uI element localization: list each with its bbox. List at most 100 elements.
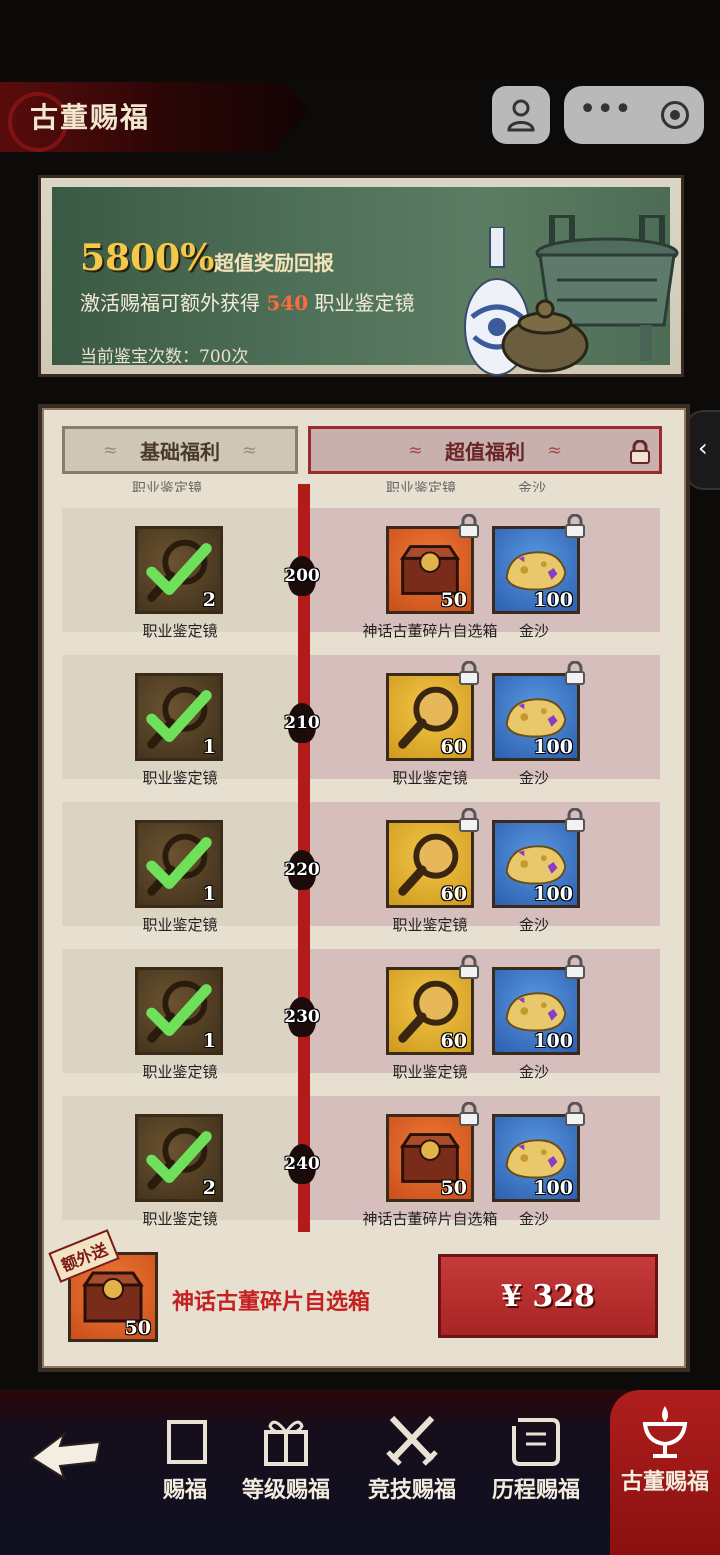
cloud-decoration-icon: ≈ <box>102 439 118 461</box>
super-reward-name: 金沙 <box>518 769 549 787</box>
item-quantity: 2 <box>202 1177 216 1199</box>
super-reward-item[interactable]: 60 <box>386 967 474 1055</box>
super-reward-row <box>310 949 660 1073</box>
cloud-decoration-icon: ≈ <box>547 439 563 461</box>
nav-label: 赐福 <box>162 1477 207 1503</box>
super-reward-item[interactable]: 100 <box>492 1114 580 1202</box>
miniprogram-capsule: ••• <box>564 86 704 144</box>
item-quantity: 60 <box>440 1030 467 1052</box>
nav-label: 竞技赐福 <box>367 1477 456 1503</box>
activation-prefix: 激活赐福可额外获得 <box>80 291 260 315</box>
super-reward-item[interactable]: 50 <box>386 526 474 614</box>
item-quantity: 50 <box>124 1317 151 1339</box>
lock-icon <box>564 660 586 685</box>
activation-text: 激活赐福可额外获得 540 职业鉴定镜 <box>80 287 414 316</box>
super-reward-item[interactable]: 100 <box>492 820 580 908</box>
super-reward-name: 金沙 <box>518 622 549 640</box>
nav-label: 历程赐福 <box>491 1477 580 1503</box>
level-marker: 220 <box>284 860 320 880</box>
banner-scene: 5800% 超值奖励回报 激活赐福可额外获得 540 职业鉴定镜 当前鉴宝次数：… <box>52 187 679 376</box>
super-reward-row <box>310 655 660 779</box>
blessing-icon <box>167 1420 207 1464</box>
item-quantity: 100 <box>533 736 573 758</box>
super-reward-item[interactable]: 60 <box>386 820 474 908</box>
close-target-icon[interactable] <box>661 101 690 129</box>
nav-item-journey-blessing[interactable]: 历程赐福 <box>486 1412 586 1512</box>
super-reward-item[interactable]: 60 <box>386 673 474 761</box>
cutoff-label: 职业鉴定镜 <box>386 481 456 492</box>
tab-super-label: 超值福利 <box>445 439 525 464</box>
more-icon[interactable]: ••• <box>579 95 632 125</box>
bonus-name: 神话古董碎片自选箱 <box>172 1289 371 1315</box>
super-reward-row <box>310 508 660 632</box>
lock-icon <box>564 954 586 979</box>
basic-reward-name: 职业鉴定镜 <box>142 622 218 640</box>
item-quantity: 2 <box>202 589 216 611</box>
super-reward-item[interactable]: 100 <box>492 526 580 614</box>
activation-amount: 540 <box>266 291 309 315</box>
back-arrow-icon[interactable] <box>30 1432 102 1480</box>
reward-caption: 超值奖励回报 <box>214 251 334 275</box>
scroll-icon <box>512 1418 560 1466</box>
super-reward-item[interactable]: 50 <box>386 1114 474 1202</box>
purchase-button[interactable]: ¥ 328 <box>438 1254 658 1338</box>
nav-item-level-blessing[interactable]: 等级赐福 <box>236 1412 336 1512</box>
chalice-icon <box>642 1406 688 1458</box>
lock-icon <box>458 1101 480 1126</box>
nav-item-blessing[interactable]: 赐福 <box>150 1412 220 1512</box>
super-reward-item[interactable]: 100 <box>492 673 580 761</box>
basic-reward-name: 职业鉴定镜 <box>142 769 218 787</box>
basic-reward-name: 职业鉴定镜 <box>142 1210 218 1228</box>
super-reward-name: 金沙 <box>518 1210 549 1228</box>
lock-icon <box>564 807 586 832</box>
item-quantity: 1 <box>202 883 216 905</box>
item-quantity: 50 <box>440 1177 467 1199</box>
level-marker: 230 <box>284 1007 320 1027</box>
lock-icon <box>564 513 586 538</box>
item-quantity: 100 <box>533 883 573 905</box>
super-reward-row <box>310 1096 660 1220</box>
gift-icon <box>264 1420 308 1466</box>
lock-icon <box>564 1101 586 1126</box>
lock-icon <box>458 954 480 979</box>
item-quantity: 1 <box>202 1030 216 1052</box>
lock-icon <box>458 513 480 538</box>
basic-reward-name: 职业鉴定镜 <box>142 1063 218 1081</box>
nav-item-arena-blessing[interactable]: 竞技赐福 <box>362 1412 462 1512</box>
super-reward-name: 金沙 <box>518 1063 549 1081</box>
lock-icon <box>458 660 480 685</box>
bronze-censer-icon <box>501 299 589 373</box>
level-marker: 210 <box>284 713 320 733</box>
lock-icon <box>458 807 480 832</box>
basic-reward-item[interactable]: 1 <box>135 967 223 1055</box>
cloud-decoration-icon: ≈ <box>242 439 258 461</box>
chevron-left-icon: ‹ <box>698 434 708 462</box>
super-reward-row <box>310 802 660 926</box>
lock-icon <box>630 440 650 464</box>
nav-label: 等级赐福 <box>241 1477 330 1503</box>
crossed-swords-icon <box>386 1415 438 1466</box>
basic-reward-item[interactable]: 1 <box>135 673 223 761</box>
basic-reward-item[interactable]: 2 <box>135 1114 223 1202</box>
tab-basic-rewards[interactable]: ≈ 基础福利 ≈ <box>62 426 298 474</box>
cutoff-label: 金沙 <box>518 481 546 492</box>
level-marker: 240 <box>284 1154 320 1174</box>
page-title: 古董赐福 <box>30 101 151 134</box>
item-quantity: 50 <box>440 589 467 611</box>
item-quantity: 100 <box>533 1177 573 1199</box>
cutoff-label: 职业鉴定镜 <box>132 481 202 492</box>
tab-super-rewards[interactable]: ≈ 超值福利 ≈ <box>308 426 662 474</box>
profile-button[interactable] <box>492 86 550 144</box>
activation-suffix: 职业鉴定镜 <box>314 291 415 315</box>
user-icon <box>507 99 535 132</box>
status-bar-area <box>0 0 720 80</box>
nav-item-antique-blessing[interactable]: 古董赐福 <box>610 1404 720 1504</box>
reward-percent: 5800% <box>80 237 215 279</box>
appraisal-count: 当前鉴宝次数：700次 <box>80 347 249 367</box>
basic-reward-item[interactable]: 1 <box>135 820 223 908</box>
item-quantity: 100 <box>533 589 573 611</box>
super-reward-name: 金沙 <box>518 916 549 934</box>
basic-reward-item[interactable]: 2 <box>135 526 223 614</box>
level-marker: 200 <box>284 566 320 586</box>
super-reward-item[interactable]: 100 <box>492 967 580 1055</box>
